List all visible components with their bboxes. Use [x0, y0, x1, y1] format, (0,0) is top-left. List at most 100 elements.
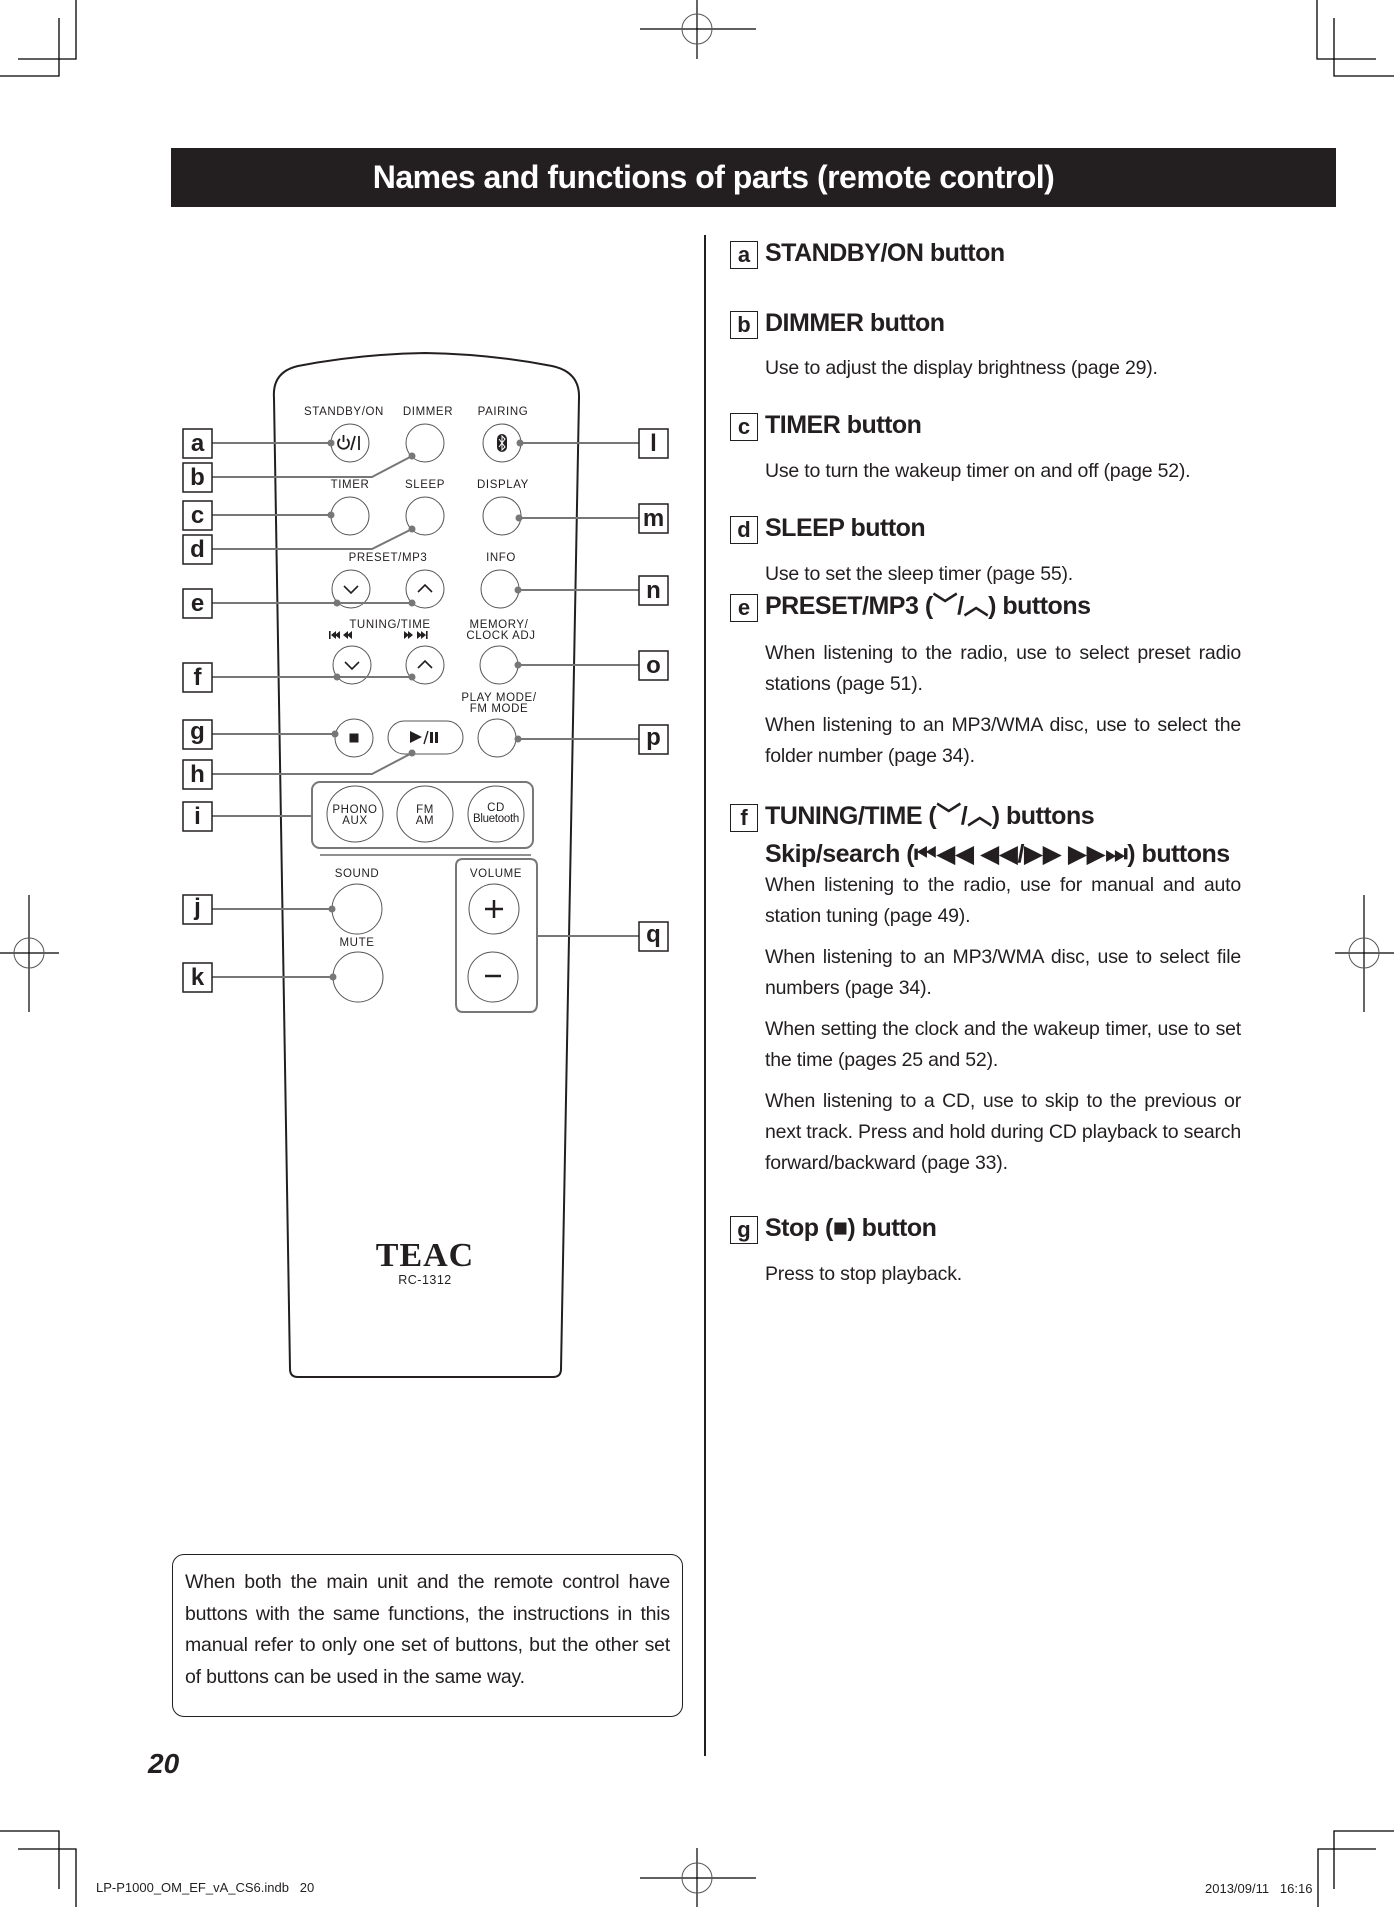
item-heading: SLEEP button	[765, 514, 926, 542]
svg-text:n: n	[646, 577, 661, 604]
item-paragraph: Press to stop playback.	[765, 1263, 962, 1285]
callout-m: m	[638, 503, 669, 534]
item-label: d	[730, 516, 758, 544]
item-body: When listening to the radio, use for man…	[765, 870, 1241, 1189]
mute-button[interactable]	[332, 951, 384, 1003]
cd-bluetooth-button[interactable]: CD Bluetooth	[467, 785, 525, 843]
stop-icon	[349, 733, 359, 743]
callout-j: j	[182, 894, 213, 925]
svg-text:j: j	[193, 894, 201, 921]
fm-am-button[interactable]: FM AM	[396, 785, 454, 843]
item-paragraph: When listening to an MP3/WMA disc, use t…	[765, 714, 1241, 767]
label-sleep: SLEEP	[405, 479, 445, 491]
item-heading-secondary: Skip/search (⏮◀◀ ◀◀/▶▶ ▶▶⏭) buttons	[765, 840, 1230, 868]
callout-l: l	[638, 428, 669, 459]
label-volume: VOLUME	[470, 868, 522, 880]
svg-text:i: i	[194, 803, 201, 830]
callout-n: n	[638, 575, 669, 606]
label-clock-adj: CLOCK ADJ	[466, 630, 535, 642]
svg-text:m: m	[643, 505, 664, 532]
callout-c: c	[182, 500, 213, 531]
label-display: DISPLAY	[477, 479, 529, 491]
volume-up-button[interactable]	[468, 883, 520, 935]
footer-timestamp: 2013/09/11 16:16	[1205, 1881, 1313, 1896]
item-heading: TUNING/TIME (﹀/︿) buttons	[765, 802, 1095, 830]
callout-b: b	[182, 462, 213, 493]
svg-text:k: k	[191, 964, 205, 991]
item-paragraph: When listening to a CD, use to skip to t…	[765, 1090, 1241, 1174]
item-paragraph: When setting the clock and the wakeup ti…	[765, 1018, 1241, 1071]
item-heading: DIMMER button	[765, 309, 945, 337]
callout-f: f	[182, 662, 213, 693]
svg-text:l: l	[650, 430, 657, 457]
callout-k: k	[182, 962, 213, 993]
timer-button[interactable]	[330, 496, 370, 536]
footer-filename: LP-P1000_OM_EF_vA_CS6.indb 20	[96, 1880, 315, 1895]
label-sound: SOUND	[335, 868, 380, 880]
svg-text:q: q	[646, 921, 661, 948]
label-timer: TIMER	[331, 479, 370, 491]
svg-text:d: d	[190, 536, 205, 563]
label-mute: MUTE	[340, 937, 375, 949]
item-heading: TIMER button	[765, 411, 922, 439]
svg-text:a: a	[191, 430, 205, 457]
item-paragraph: When listening to an MP3/WMA disc, use t…	[765, 946, 1241, 999]
note-box: When both the main unit and the remote c…	[172, 1554, 683, 1717]
label-am: AM	[416, 815, 434, 827]
label-info: INFO	[486, 552, 516, 564]
callout-p: p	[638, 724, 669, 755]
column-divider	[704, 235, 706, 1756]
stop-button[interactable]	[334, 718, 374, 758]
svg-text:p: p	[646, 724, 661, 751]
volume-down-button[interactable]	[467, 951, 519, 1003]
play-mode-button[interactable]	[477, 718, 517, 758]
display-button[interactable]	[482, 496, 522, 536]
phono-aux-button[interactable]: PHONO AUX	[326, 785, 384, 843]
item-body: Use to turn the wakeup timer on and off …	[765, 456, 1241, 497]
svg-text:e: e	[191, 590, 204, 617]
svg-text:b: b	[190, 464, 205, 491]
svg-text:o: o	[646, 652, 661, 679]
item-label: a	[730, 241, 758, 269]
item-paragraph: Use to turn the wakeup timer on and off …	[765, 460, 1191, 482]
label-pairing: PAIRING	[478, 406, 529, 418]
callout-d: d	[182, 534, 213, 565]
callout-q: q	[638, 921, 669, 952]
item-paragraph: Use to adjust the display brightness (pa…	[765, 357, 1158, 379]
item-label: f	[730, 804, 758, 832]
label-standby-on: STANDBY/ON	[304, 406, 384, 418]
label-dimmer: DIMMER	[403, 406, 453, 418]
item-label: e	[730, 594, 758, 622]
memory-clock-adj-button[interactable]	[479, 645, 519, 685]
callout-i: i	[182, 801, 213, 832]
brand-logo: TEAC	[376, 1237, 474, 1274]
item-body: Press to stop playback.	[765, 1259, 1241, 1300]
bluetooth-icon	[497, 434, 507, 452]
item-body: When listening to the radio, use to sele…	[765, 638, 1241, 782]
label-aux: AUX	[342, 815, 367, 827]
svg-text:c: c	[191, 502, 204, 529]
pairing-button[interactable]	[482, 423, 522, 463]
model-number: RC-1312	[398, 1273, 452, 1287]
item-paragraph: When listening to the radio, use to sele…	[765, 642, 1241, 695]
sound-button[interactable]	[331, 883, 383, 935]
label-tuning-time: TUNING/TIME	[349, 619, 430, 631]
callout-e: e	[182, 588, 213, 619]
item-heading: STANDBY/ON button	[765, 239, 1005, 267]
callout-g: g	[182, 718, 213, 750]
play-pause-button[interactable]	[387, 720, 464, 755]
item-label: c	[730, 413, 758, 441]
callout-a: a	[182, 428, 213, 459]
item-paragraph: Use to set the sleep timer (page 55).	[765, 563, 1074, 585]
svg-text:h: h	[190, 761, 205, 788]
standby-on-button[interactable]	[330, 423, 370, 463]
label-preset-mp3: PRESET/MP3	[349, 552, 428, 564]
item-paragraph: When listening to the radio, use for man…	[765, 874, 1241, 927]
label-fm-mode: FM MODE	[470, 703, 529, 715]
callout-h: h	[182, 759, 213, 790]
label-bluetooth: Bluetooth	[473, 813, 519, 825]
item-label: g	[730, 1216, 758, 1244]
info-button[interactable]	[480, 569, 520, 609]
item-body: Use to adjust the display brightness (pa…	[765, 353, 1241, 394]
item-heading: Stop (■) button	[765, 1214, 937, 1242]
